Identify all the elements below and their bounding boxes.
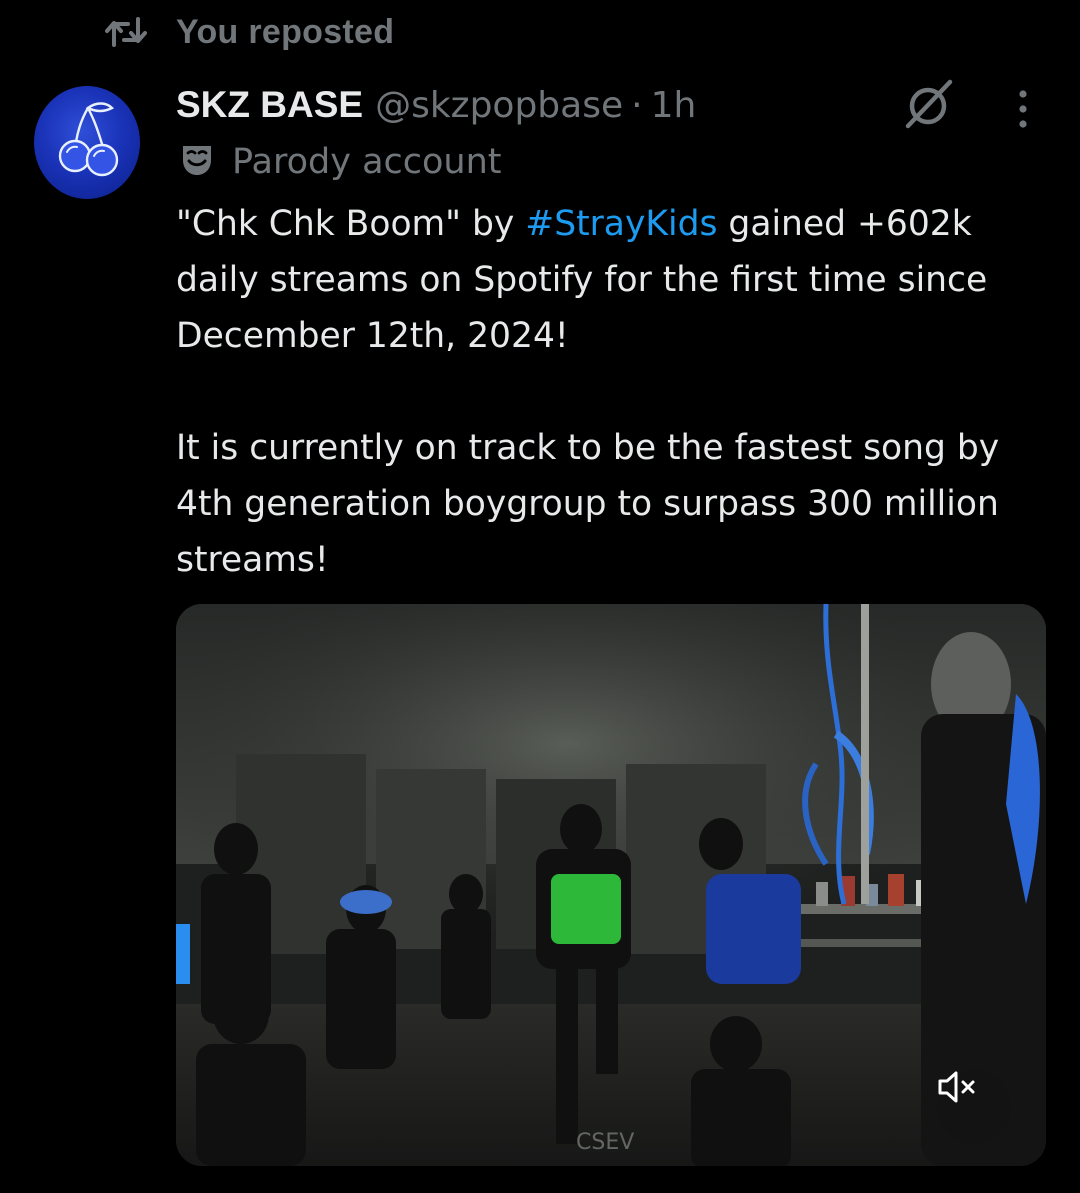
svg-text:CSEV: CSEV: [576, 1130, 634, 1155]
tweet-timestamp[interactable]: 1h: [651, 85, 697, 126]
parody-label-text: Parody account: [232, 142, 502, 182]
repost-indicator: You reposted: [104, 8, 394, 56]
parody-account-label: Parody account: [180, 136, 502, 188]
mute-toggle-button[interactable]: [937, 1070, 1011, 1144]
repost-icon: [104, 15, 148, 49]
video-frame: CSEV: [176, 604, 1046, 1166]
video-player[interactable]: CSEV: [176, 604, 1046, 1166]
cherry-icon: [58, 102, 119, 177]
theater-mask-icon: [180, 142, 214, 182]
repost-label: You reposted: [176, 12, 395, 51]
more-options-icon[interactable]: [1012, 88, 1034, 136]
tweet-text-part: "Chk Chk Boom" by: [176, 204, 526, 244]
grok-icon[interactable]: [900, 76, 958, 136]
hashtag-link[interactable]: #StrayKids: [525, 204, 717, 244]
separator-dot: ·: [631, 84, 643, 126]
author-handle[interactable]: @skzpopbase: [375, 85, 623, 126]
tweet-paragraph-1: "Chk Chk Boom" by #StrayKids gained +602…: [176, 196, 1056, 364]
author-display-name[interactable]: SKZ BASE: [176, 84, 363, 126]
tweet-paragraph-2: It is currently on track to be the faste…: [176, 428, 1000, 580]
volume-muted-icon: [938, 1071, 975, 1103]
tweet-text: "Chk Chk Boom" by #StrayKids gained +602…: [176, 196, 1056, 588]
avatar[interactable]: [34, 86, 140, 199]
tweet-header: SKZ BASE @skzpopbase · 1h: [176, 78, 696, 132]
